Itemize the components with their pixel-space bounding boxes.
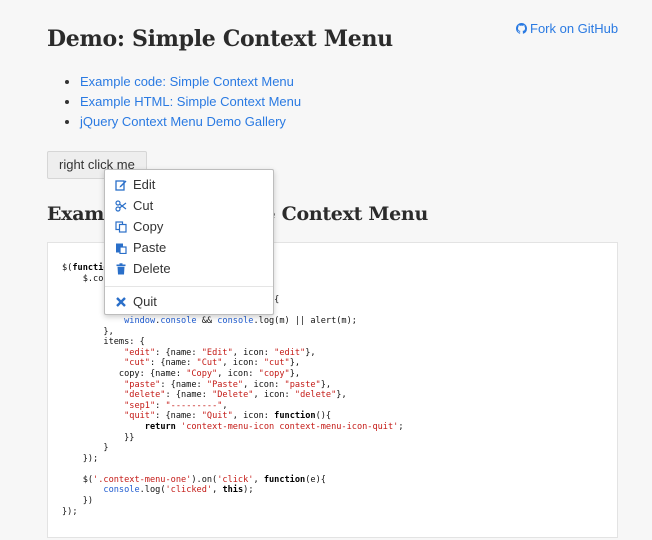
- context-menu: Edit Cut Copy Paste Delete Quit: [104, 169, 274, 315]
- menu-item-label: Cut: [133, 198, 154, 213]
- menu-item-label: Paste: [133, 240, 167, 255]
- list-item: jQuery Context Menu Demo Gallery: [80, 112, 301, 132]
- fork-on-github-link[interactable]: Fork on GitHub: [516, 21, 618, 36]
- example-html-link[interactable]: Example HTML: Simple Context Menu: [80, 94, 301, 109]
- menu-item-label: Delete: [133, 261, 171, 276]
- paste-icon: [114, 241, 127, 254]
- menu-separator: [105, 286, 273, 287]
- menu-item-label: Quit: [133, 294, 157, 309]
- menu-item-edit[interactable]: Edit: [105, 174, 273, 195]
- example-code-link[interactable]: Example code: Simple Context Menu: [80, 74, 294, 89]
- menu-item-copy[interactable]: Copy: [105, 216, 273, 237]
- quit-icon: [114, 295, 127, 308]
- menu-item-label: Copy: [133, 219, 164, 234]
- menu-item-quit[interactable]: Quit: [105, 291, 273, 312]
- menu-item-delete[interactable]: Delete: [105, 258, 273, 279]
- menu-item-cut[interactable]: Cut: [105, 195, 273, 216]
- list-item: Example code: Simple Context Menu: [80, 72, 301, 92]
- delete-icon: [114, 262, 127, 275]
- cut-icon: [114, 199, 127, 212]
- menu-item-paste[interactable]: Paste: [105, 237, 273, 258]
- demo-gallery-link[interactable]: jQuery Context Menu Demo Gallery: [80, 114, 286, 129]
- menu-item-label: Edit: [133, 177, 156, 192]
- link-list: Example code: Simple Context Menu Exampl…: [63, 72, 301, 132]
- fork-label: Fork on GitHub: [530, 21, 619, 36]
- edit-icon: [114, 178, 127, 191]
- copy-icon: [114, 220, 127, 233]
- page-title: Demo: Simple Context Menu: [47, 26, 393, 52]
- github-icon: [516, 23, 527, 34]
- list-item: Example HTML: Simple Context Menu: [80, 92, 301, 112]
